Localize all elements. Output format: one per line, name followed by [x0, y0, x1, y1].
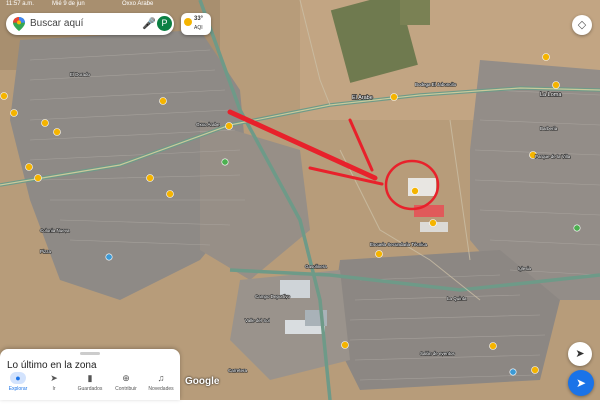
nav-label: Novedades — [148, 386, 174, 392]
sheet-handle[interactable] — [80, 352, 100, 355]
bell-icon: ♫ — [157, 373, 165, 383]
status-date: Mié 9 de jun — [52, 1, 85, 7]
status-bar: 11:57 a.m. Mié 9 de jun Oxxo Arabe — [0, 0, 600, 10]
nav-label: Guardados — [77, 386, 103, 392]
nav-label: Ir — [52, 386, 56, 392]
nav-item-ir[interactable]: ➤ Ir — [38, 372, 70, 392]
weather-aqi: AQI — [194, 25, 203, 31]
status-place-hint: Oxxo Arabe — [122, 1, 154, 7]
nav-label: Explorar — [8, 386, 28, 392]
nav-item-guardados[interactable]: ▮ Guardados — [74, 372, 106, 392]
microphone-icon[interactable]: 🎤 — [142, 17, 156, 30]
satellite-map[interactable]: El Arabe Oxxo Arabe El Dorado Bodega El … — [0, 0, 600, 401]
weather-temp: 33° — [194, 16, 204, 22]
explore-icon: ● — [10, 372, 26, 384]
directions-button[interactable]: ➤ — [568, 370, 594, 396]
annotation-overlay — [227, 109, 440, 211]
maps-pin-icon — [13, 17, 25, 31]
add-icon: ⊕ — [122, 373, 130, 383]
search-bar[interactable]: Buscar aquí 🎤 P — [6, 13, 174, 35]
weather-chip[interactable]: 33° AQI — [181, 13, 211, 35]
nav-item-novedades[interactable]: ♫ Novedades — [145, 372, 177, 392]
sun-icon — [184, 18, 192, 26]
status-time: 11:57 a.m. — [6, 1, 34, 7]
go-icon: ➤ — [50, 373, 58, 383]
search-input[interactable]: Buscar aquí — [30, 18, 83, 29]
location-arrow-icon: ➤ — [575, 348, 585, 360]
nav-item-contribuir[interactable]: ⊕ Contribuir — [110, 372, 142, 392]
nav-label: Contribuir — [115, 386, 137, 392]
layers-button[interactable]: ◇ — [572, 15, 592, 35]
nav-item-explorar[interactable]: ● Explorar — [2, 372, 34, 392]
directions-icon: ➤ — [575, 376, 587, 390]
my-location-button[interactable]: ➤ — [568, 342, 592, 366]
bookmark-icon: ▮ — [87, 373, 93, 383]
layers-icon: ◇ — [577, 19, 587, 31]
bottom-nav: ● Explorar ➤ Ir ▮ Guardados ⊕ Contribuir… — [0, 369, 180, 400]
annotation-arrow — [227, 109, 378, 181]
avatar[interactable]: P — [157, 16, 172, 31]
google-attribution: Google — [185, 376, 220, 387]
annotation-circle — [384, 159, 440, 211]
annotation-arrow — [348, 118, 374, 172]
